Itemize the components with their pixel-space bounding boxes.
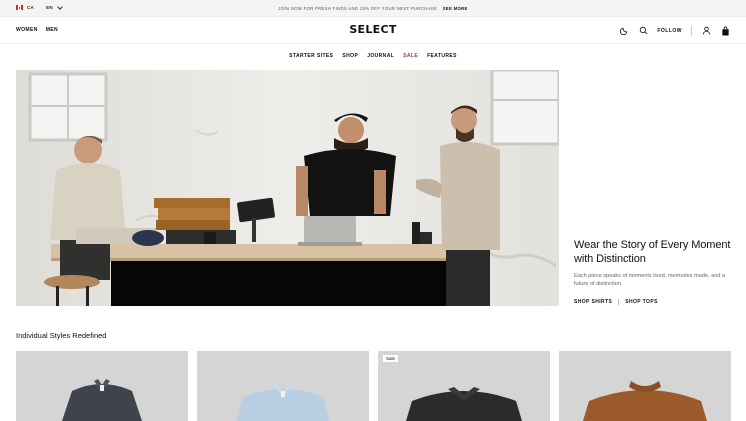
nav-sale[interactable]: SALE	[403, 53, 418, 59]
shop-tops-link[interactable]: SHOP TOPS	[625, 299, 658, 305]
product-card[interactable]	[16, 351, 188, 421]
shop-shirts-link[interactable]: SHOP SHIRTS	[574, 299, 612, 305]
product-card[interactable]: Sale	[378, 351, 550, 421]
nav-features[interactable]: FEATURES	[427, 53, 457, 59]
promo-link[interactable]: SEE MORE	[443, 6, 468, 11]
product-card[interactable]	[559, 351, 731, 421]
header-divider	[691, 25, 692, 36]
hero-heading: Wear the Story of Every Moment with Dist…	[574, 239, 731, 265]
nav-shop[interactable]: SHOP	[342, 53, 358, 59]
announcement-bar: CA EN JOIN NOW FOR FRESH FINDS AND 15% O…	[0, 0, 746, 17]
search-icon[interactable]	[638, 26, 648, 36]
user-icon[interactable]	[701, 26, 711, 36]
header-actions: FOLLOW	[619, 24, 730, 37]
hero-image[interactable]	[16, 70, 559, 306]
category-nav: STARTER SITES SHOP JOURNAL SALE FEATURES	[0, 53, 746, 59]
follow-button[interactable]: FOLLOW	[657, 28, 682, 34]
hero-copy: Wear the Story of Every Moment with Dist…	[574, 238, 739, 305]
nav-starter-sites[interactable]: STARTER SITES	[289, 53, 333, 59]
hero-links: SHOP SHIRTS SHOP TOPS	[574, 299, 739, 305]
link-divider	[618, 299, 620, 305]
site-header: WOMEN MEN SELECT FOLLOW	[0, 17, 746, 44]
product-card[interactable]	[197, 351, 369, 421]
bag-icon[interactable]	[720, 26, 730, 36]
promo-message: JOIN NOW FOR FRESH FINDS AND 15% OFF YOU…	[0, 6, 746, 11]
nav-journal[interactable]: JOURNAL	[367, 53, 394, 59]
section-title: Individual Styles Redefined	[16, 331, 107, 340]
hero-body: Each piece speaks of moments lived, memo…	[574, 273, 726, 287]
moon-icon[interactable]	[619, 26, 629, 36]
promo-text: JOIN NOW FOR FRESH FINDS AND 15% OFF YOU…	[278, 6, 438, 11]
